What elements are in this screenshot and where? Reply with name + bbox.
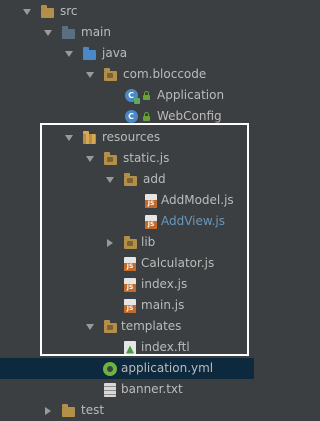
tree-item-static-js[interactable]: static.js xyxy=(0,148,254,169)
tree-item-label: Application xyxy=(157,88,225,102)
tree-item-label: main xyxy=(81,25,111,39)
tree-item-test[interactable]: test xyxy=(0,400,254,421)
tree-item-addmodel-js[interactable]: AddModel.js xyxy=(0,190,254,211)
tree-item-application-class[interactable]: C Application xyxy=(0,85,254,106)
tree-item-label: AddView.js xyxy=(161,214,226,228)
tree-item-addview-js[interactable]: AddView.js xyxy=(0,211,254,232)
collapse-arrow-icon[interactable] xyxy=(42,400,54,421)
tree-item-label: templates xyxy=(121,319,182,333)
tree-item-label: resources xyxy=(102,130,161,144)
javascript-file-icon xyxy=(143,211,159,232)
tree-item-main-js[interactable]: main.js xyxy=(0,295,254,316)
tree-item-label: banner.txt xyxy=(121,382,183,396)
tree-item-add[interactable]: add xyxy=(0,169,254,190)
tree-item-src[interactable]: src xyxy=(0,1,254,22)
javascript-file-icon xyxy=(122,274,138,295)
tree-item-main[interactable]: main xyxy=(0,22,254,43)
expand-arrow-icon[interactable] xyxy=(104,169,116,190)
tree-item-banner-txt[interactable]: banner.txt xyxy=(0,379,254,400)
lock-icon xyxy=(143,91,150,100)
javascript-file-icon xyxy=(122,253,138,274)
tree-item-label: main.js xyxy=(141,298,185,312)
tree-item-label: index.js xyxy=(141,277,188,291)
lock-icon xyxy=(143,112,150,121)
tree-item-webconfig-class[interactable]: C WebConfig xyxy=(0,106,254,127)
expand-arrow-icon[interactable] xyxy=(84,148,96,169)
folder-icon xyxy=(39,1,55,22)
tree-item-label: AddModel.js xyxy=(161,193,234,207)
package-icon xyxy=(102,64,118,85)
package-icon xyxy=(102,148,118,169)
expand-arrow-icon[interactable] xyxy=(21,1,33,22)
expand-arrow-icon[interactable] xyxy=(84,64,96,85)
collapse-arrow-icon[interactable] xyxy=(104,232,116,253)
resources-folder-icon xyxy=(81,127,97,148)
expand-arrow-icon[interactable] xyxy=(42,22,54,43)
tree-item-label: lib xyxy=(141,235,156,249)
tree-item-label: static.js xyxy=(123,151,170,165)
tree-item-index-js[interactable]: index.js xyxy=(0,274,254,295)
expand-arrow-icon[interactable] xyxy=(84,316,96,337)
expand-arrow-icon[interactable] xyxy=(63,127,75,148)
tree-item-label: java xyxy=(102,46,128,60)
source-root-folder-icon xyxy=(81,43,97,64)
tree-item-label: index.ftl xyxy=(141,340,190,354)
tree-item-calculator-js[interactable]: Calculator.js xyxy=(0,253,254,274)
javascript-file-icon xyxy=(122,295,138,316)
tree-item-resources[interactable]: resources xyxy=(0,127,254,148)
class-icon: C xyxy=(123,106,139,127)
tree-item-templates[interactable]: templates xyxy=(0,316,254,337)
freemarker-file-icon xyxy=(122,337,138,358)
tree-item-label: src xyxy=(60,4,78,18)
tree-item-label: application.yml xyxy=(121,361,214,375)
tree-item-package[interactable]: com.bloccode xyxy=(0,64,254,85)
folder-icon xyxy=(60,400,76,421)
package-icon xyxy=(102,316,118,337)
expand-arrow-icon[interactable] xyxy=(63,43,75,64)
tree-item-label: Calculator.js xyxy=(141,256,215,270)
spring-boot-class-icon: C xyxy=(123,85,140,106)
tree-item-label: com.bloccode xyxy=(123,67,207,81)
tree-item-label: WebConfig xyxy=(157,109,222,123)
package-icon xyxy=(122,232,138,253)
text-file-icon xyxy=(102,379,118,400)
project-tree: src main java com.bloccode C Application… xyxy=(0,0,254,417)
source-folder-icon xyxy=(60,22,76,43)
tree-item-label: add xyxy=(143,172,166,186)
tree-item-java[interactable]: java xyxy=(0,43,254,64)
tree-item-application-yml[interactable]: application.yml xyxy=(0,358,254,379)
package-icon xyxy=(122,169,138,190)
tree-item-lib[interactable]: lib xyxy=(0,232,254,253)
javascript-file-icon xyxy=(143,190,159,211)
spring-config-file-icon xyxy=(102,358,118,379)
tree-item-index-ftl[interactable]: index.ftl xyxy=(0,337,254,358)
tree-item-label: test xyxy=(81,403,105,417)
